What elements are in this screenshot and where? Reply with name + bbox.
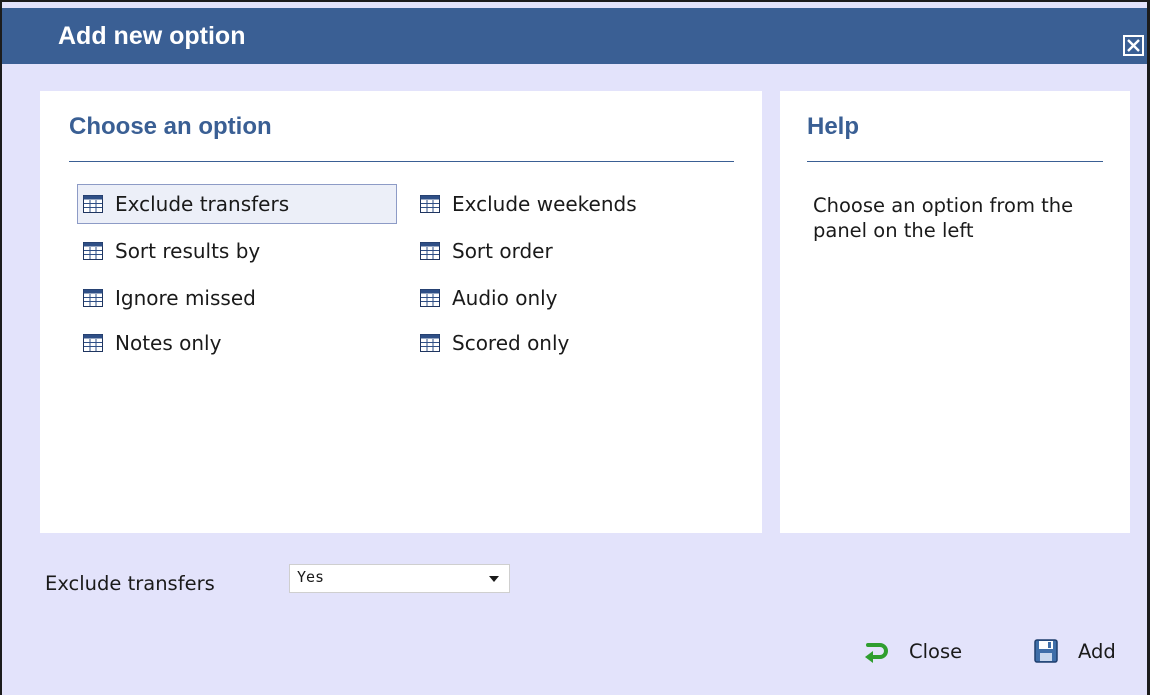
table-icon bbox=[83, 334, 103, 352]
options-panel: Choose an option Exclude transfers Exclu… bbox=[40, 91, 762, 533]
option-notes-only[interactable]: Notes only bbox=[77, 323, 397, 363]
table-icon bbox=[83, 242, 103, 260]
option-label: Notes only bbox=[115, 331, 222, 355]
green-return-arrow-icon bbox=[865, 643, 888, 663]
table-icon bbox=[83, 289, 103, 307]
setting-label: Exclude transfers bbox=[45, 572, 215, 595]
table-icon bbox=[83, 195, 103, 213]
dialog-titlebar: Add new option bbox=[2, 8, 1147, 64]
option-label: Exclude transfers bbox=[115, 192, 290, 216]
option-label: Sort order bbox=[452, 239, 553, 263]
add-button-label: Add bbox=[1078, 639, 1116, 663]
dialog-title: Add new option bbox=[58, 22, 246, 50]
option-label: Sort results by bbox=[115, 239, 261, 263]
option-ignore-missed[interactable]: Ignore missed bbox=[77, 278, 397, 318]
floppy-disk-icon bbox=[1034, 639, 1058, 663]
close-button-label: Close bbox=[909, 639, 963, 663]
option-label: Exclude weekends bbox=[452, 192, 637, 216]
add-option-dialog: Add new option Choose an option Exclude … bbox=[0, 0, 1150, 695]
table-icon bbox=[420, 242, 440, 260]
option-exclude-weekends[interactable]: Exclude weekends bbox=[414, 184, 714, 224]
table-icon bbox=[420, 195, 440, 213]
help-text: Choose an option from the panel on the l… bbox=[813, 194, 1074, 242]
option-label: Ignore missed bbox=[115, 286, 256, 310]
table-icon bbox=[420, 334, 440, 352]
chevron-down-icon bbox=[489, 576, 499, 582]
option-scored-only[interactable]: Scored only bbox=[414, 323, 714, 363]
add-button[interactable]: Add bbox=[1032, 637, 1116, 665]
close-x-icon[interactable] bbox=[1123, 35, 1144, 56]
help-divider bbox=[807, 161, 1103, 162]
option-audio-only[interactable]: Audio only bbox=[414, 278, 714, 318]
options-panel-title: Choose an option bbox=[69, 113, 272, 140]
option-exclude-transfers[interactable]: Exclude transfers bbox=[77, 184, 397, 224]
option-sort-results-by[interactable]: Sort results by bbox=[77, 231, 397, 271]
help-panel-title: Help bbox=[807, 113, 860, 140]
option-sort-order[interactable]: Sort order bbox=[414, 231, 714, 271]
close-button[interactable]: Close bbox=[862, 637, 962, 665]
setting-select[interactable]: Yes bbox=[289, 564, 510, 593]
help-panel: Help Choose an option from the panel on … bbox=[780, 91, 1130, 533]
table-icon bbox=[420, 289, 440, 307]
option-label: Audio only bbox=[452, 286, 558, 310]
options-divider bbox=[69, 161, 734, 162]
option-label: Scored only bbox=[452, 331, 570, 355]
select-value: Yes bbox=[297, 568, 325, 586]
